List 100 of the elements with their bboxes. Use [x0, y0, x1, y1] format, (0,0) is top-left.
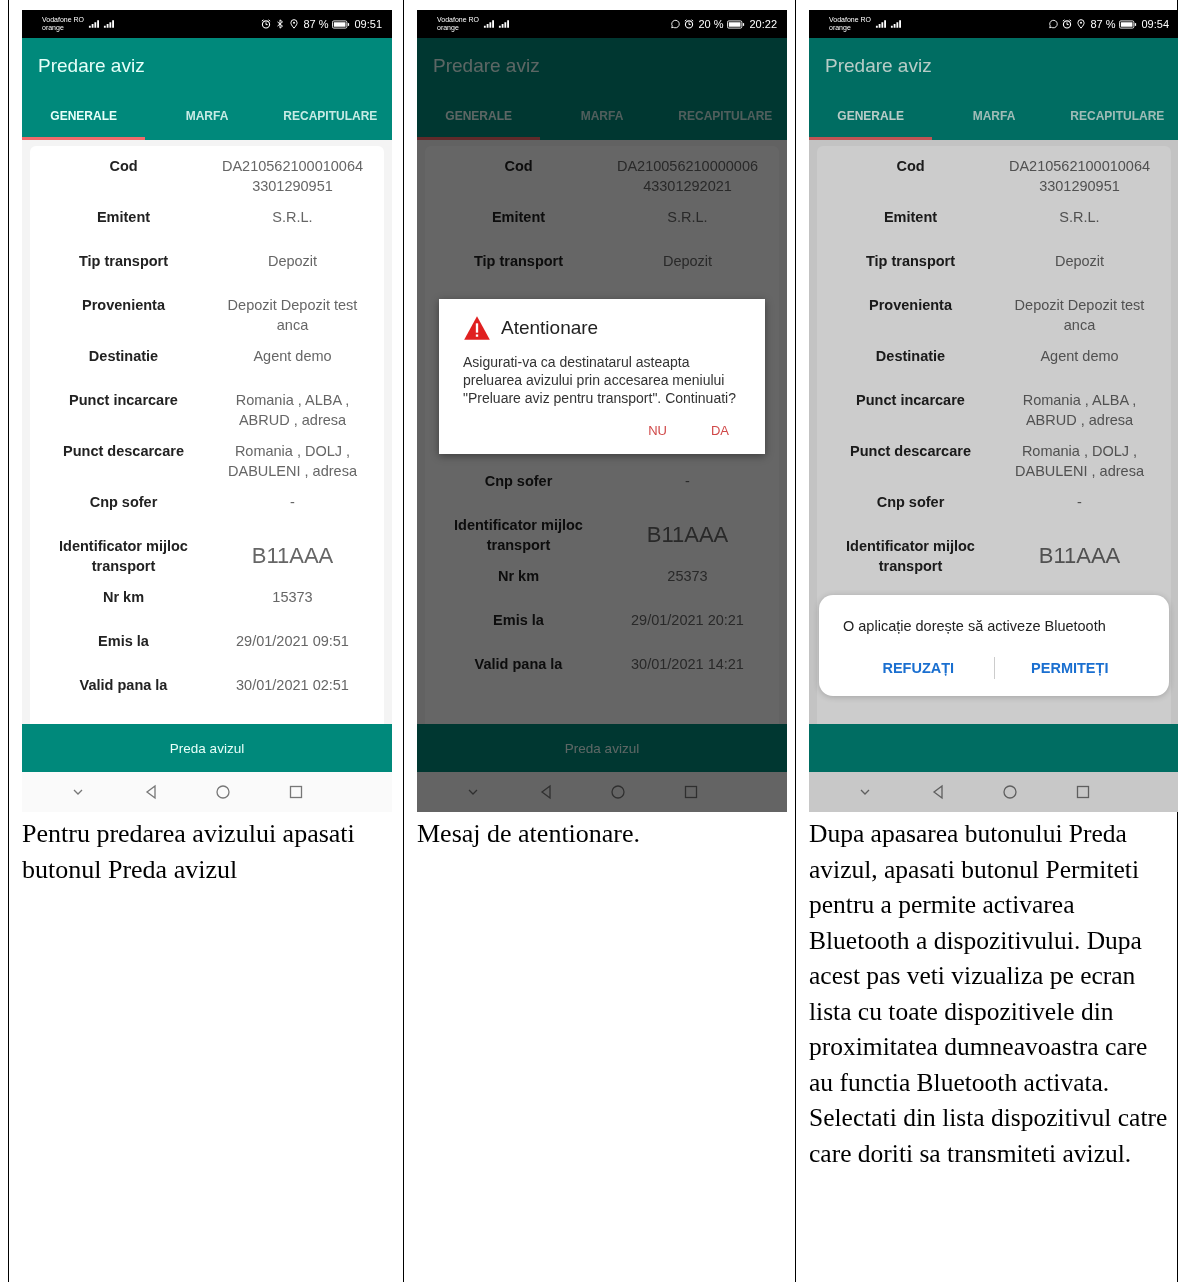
field-label: Punct descarcare — [849, 442, 972, 461]
field-value: 29/01/2021 20:21 — [630, 611, 745, 630]
field-label: Punct incarcare — [855, 391, 966, 410]
tab[interactable]: RECAPITULARE — [663, 94, 787, 140]
battery-icon — [332, 19, 351, 29]
field-value: Romania , ALBA , ABRUD , adresa — [1021, 391, 1138, 430]
field-value: Depozit — [661, 252, 714, 271]
battery-percent: 20 % — [698, 18, 724, 30]
dialog-button[interactable]: REFUZAȚI — [843, 652, 994, 684]
alarm-icon — [1062, 19, 1073, 29]
field-label: Valid pana la — [78, 676, 169, 695]
submit-button[interactable]: Preda avizul — [417, 724, 787, 772]
field-value: - — [1076, 493, 1083, 512]
dialog-button[interactable]: NU — [636, 417, 679, 444]
field-label: Provenienta — [81, 296, 166, 315]
clock-time: 20:22 — [749, 18, 777, 30]
caption-text: Mesaj de atentionare. — [417, 818, 642, 850]
field-label: Valid pana la — [473, 655, 564, 674]
dialog-message: Asigurati-va ca destinatarul asteapta preluarea avizului prin accesarea meniului "Preluare aviz pentru transport". Continuati? — [463, 353, 737, 407]
field-value: B11AAA — [1037, 542, 1122, 570]
field-value: DA210056210000006 43301292021 — [615, 157, 760, 196]
location-pin-icon — [1076, 19, 1087, 29]
tab[interactable]: MARFA — [932, 94, 1056, 140]
warning-icon — [463, 315, 491, 341]
field-label: Emis la — [492, 611, 545, 630]
tab[interactable]: RECAPITULARE — [268, 94, 392, 140]
field-value: Agent demo — [252, 347, 333, 366]
field-label: Nr km — [101, 588, 146, 607]
field-value: Agent demo — [1039, 347, 1120, 366]
field-label: Provenienta — [868, 296, 953, 315]
field-label: Emitent — [490, 208, 547, 227]
field-label: Tip transport — [77, 252, 170, 271]
signal-icon — [875, 19, 887, 29]
field-label: Destinatie — [874, 347, 947, 366]
signal-icon — [498, 19, 510, 29]
tab[interactable]: MARFA — [145, 94, 269, 140]
field-label: Identificator mijloc transport — [453, 516, 584, 555]
field-label: Cnp sofer — [875, 493, 946, 512]
field-value: S.R.L. — [1058, 208, 1101, 227]
field-label: Tip transport — [864, 252, 957, 271]
field-value: Depozit — [1053, 252, 1106, 271]
recents-icon[interactable] — [287, 784, 304, 800]
battery-icon — [1119, 19, 1138, 29]
field-label: Identificator mijloc transport — [845, 537, 976, 576]
field-value: 30/01/2021 14:21 — [630, 655, 745, 674]
field-label: Punct incarcare — [68, 391, 179, 410]
signal-icon — [483, 19, 495, 29]
tab[interactable]: GENERALE — [809, 94, 933, 140]
chat-bubble-icon — [1048, 19, 1059, 29]
field-label: Punct descarcare — [62, 442, 185, 461]
field-label: Identificator mijloc transport — [58, 537, 189, 576]
field-label: Nr km — [496, 567, 541, 586]
field-value: DA210562100010064 3301290951 — [220, 157, 365, 196]
field-value: 15373 — [271, 588, 314, 607]
alarm-icon — [261, 19, 272, 29]
signal-icon — [88, 19, 100, 29]
field-label: Cod — [503, 157, 534, 176]
screen-title: Predare aviz — [38, 55, 145, 77]
tab[interactable]: MARFA — [540, 94, 664, 140]
clock-time: 09:51 — [354, 18, 382, 30]
submit-button[interactable]: Preda avizul — [22, 724, 392, 772]
field-label: Emitent — [882, 208, 939, 227]
alarm-icon — [684, 19, 695, 29]
caption-text: Dupa apasarea butonului Preda avizul, apasati butonul Permiteti pentru a permite activarea Bluetooth a dispozitivului. Dupa acest pas veti vizualiza pe ecran lista cu toate dispozitivele din proximitatea dumneavoastra care au functia Bluetooth activata. Selectati din lista dispozitivul catre care doriti sa transmiteti avizul. — [809, 818, 1169, 1170]
field-label: Emis la — [97, 632, 150, 651]
field-value: Depozit — [266, 252, 319, 271]
field-label: Cod — [895, 157, 926, 176]
location-pin-icon — [289, 19, 300, 29]
dialog-message: O aplicație dorește să activeze Bluetooth — [843, 617, 1107, 636]
signal-icon — [890, 19, 902, 29]
tab[interactable]: RECAPITULARE — [1055, 94, 1178, 140]
home-icon[interactable] — [1002, 784, 1019, 800]
recents-icon[interactable] — [682, 784, 699, 800]
tab[interactable]: GENERALE — [417, 94, 541, 140]
home-icon[interactable] — [610, 784, 627, 800]
field-value: Romania , ALBA , ABRUD , adresa — [234, 391, 351, 430]
clock-time: 09:54 — [1141, 18, 1169, 30]
field-value: 29/01/2021 09:51 — [235, 632, 350, 651]
field-label: Cnp sofer — [88, 493, 159, 512]
field-value: Romania , DOLJ , DABULENI , adresa — [1014, 442, 1145, 481]
home-icon[interactable] — [215, 784, 232, 800]
tab[interactable]: GENERALE — [22, 94, 146, 140]
chat-bubble-icon — [670, 19, 681, 29]
field-value: S.R.L. — [666, 208, 709, 227]
screen-title: Predare aviz — [825, 55, 932, 77]
bluetooth-icon — [275, 19, 286, 29]
dialog-button[interactable]: PERMITEȚI — [994, 652, 1145, 684]
field-value: DA210562100010064 3301290951 — [1007, 157, 1152, 196]
dialog-title: Atentionare — [501, 317, 599, 339]
dialog-button[interactable]: DA — [698, 417, 741, 444]
battery-percent: 87 % — [1090, 18, 1116, 30]
field-value: 25373 — [666, 567, 709, 586]
field-label: Cnp sofer — [483, 472, 554, 491]
field-value: B11AAA — [250, 542, 335, 570]
recents-icon[interactable] — [1074, 784, 1091, 800]
field-value: - — [684, 472, 691, 491]
signal-icon — [103, 19, 115, 29]
battery-icon — [727, 19, 746, 29]
battery-percent: 87 % — [303, 18, 329, 30]
field-value: S.R.L. — [271, 208, 314, 227]
